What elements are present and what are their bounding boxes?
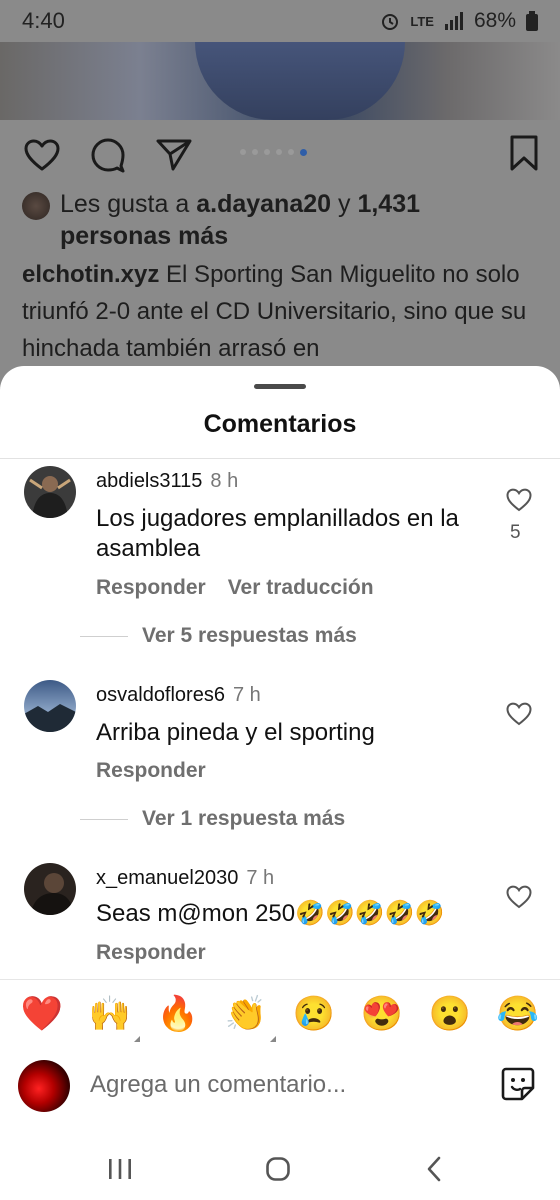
comment-text: Seas m@mon 250🤣🤣🤣🤣🤣	[96, 900, 445, 927]
carousel-dot	[276, 149, 282, 155]
reply-button[interactable]: Responder	[96, 941, 206, 964]
comment-actions: Responder	[96, 941, 206, 965]
comment-time: 7 h	[232, 684, 261, 706]
avatar[interactable]	[24, 466, 76, 518]
comment-header: x_emanuel2030 7 h	[96, 867, 274, 890]
sheet-drag-handle[interactable]	[254, 384, 306, 389]
carousel-dot	[288, 149, 294, 155]
comment-text: Arriba pineda y el sporting	[96, 719, 375, 746]
emoji-fire-button[interactable]: 🔥	[156, 992, 200, 1036]
comment-actions: Responder	[96, 759, 206, 783]
comment-username[interactable]: abdiels3115	[96, 470, 202, 492]
comment-like-icon[interactable]	[506, 885, 532, 909]
home-button[interactable]	[258, 1154, 298, 1184]
back-button[interactable]	[414, 1154, 454, 1184]
translate-button[interactable]: Ver traducción	[228, 576, 374, 599]
emoji-clap-button[interactable]: 👏	[224, 992, 276, 1042]
reply-button[interactable]: Responder	[96, 759, 206, 782]
likes-prefix: Les gusta a	[60, 190, 190, 218]
back-icon	[427, 1156, 441, 1182]
status-time: 4:40	[22, 8, 65, 33]
replies-line	[80, 635, 128, 637]
comment-button[interactable]	[88, 135, 128, 175]
comment-time: 8 h	[210, 470, 239, 492]
emoji-laughing-button[interactable]: 😂	[496, 992, 540, 1036]
carousel-dot	[264, 149, 270, 155]
share-button[interactable]	[154, 135, 194, 175]
send-icon	[156, 139, 192, 171]
comment-like-icon[interactable]	[506, 702, 532, 726]
likes-text: Les gusta a a.dayana20 y 1,431 personas …	[60, 188, 532, 252]
quick-emoji-bar: ❤️ 🙌 🔥 👏 😢 😍 😮 😂	[0, 992, 560, 1042]
my-avatar	[18, 1060, 70, 1112]
sticker-icon[interactable]	[500, 1066, 536, 1102]
post-caption: elchotin.xyz El Sporting San Miguelito n…	[22, 256, 542, 367]
replies-label: Ver 5 respuestas más	[142, 624, 357, 647]
battery-level: 68%	[473, 9, 516, 32]
likes-suffix[interactable]: personas más	[60, 222, 228, 250]
alarm-icon	[382, 14, 399, 30]
replies-label: Ver 1 respuesta más	[142, 807, 346, 830]
liker-avatar	[22, 192, 50, 220]
recent-apps-button[interactable]	[100, 1154, 140, 1184]
post-image-subject	[195, 42, 405, 120]
comment-text: Los jugadores emplanillados en la asambl…	[96, 505, 459, 562]
network-label: LTE	[410, 13, 434, 29]
avatar-image	[24, 466, 76, 518]
comment-username[interactable]: x_emanuel2030	[96, 867, 238, 889]
emoji-crying-button[interactable]: 😢	[292, 992, 336, 1036]
emoji-glyph: 🙌	[88, 995, 132, 1033]
likes-user[interactable]: a.dayana20	[196, 190, 331, 218]
like-button[interactable]	[22, 135, 62, 175]
comment-actions: Responder Ver traducción	[96, 576, 374, 600]
comment-composer	[0, 1056, 560, 1116]
view-replies-button[interactable]: Ver 1 respuesta más	[80, 807, 540, 831]
carousel-dot-active	[300, 149, 307, 156]
carousel-dot	[240, 149, 246, 155]
recent-apps-icon	[109, 1159, 131, 1179]
emoji-glyph: 👏	[224, 995, 268, 1033]
bookmark-icon	[510, 135, 538, 171]
skin-tone-indicator	[270, 1036, 276, 1042]
avatar-image	[24, 863, 76, 915]
battery-icon	[526, 11, 538, 31]
carousel-dot	[252, 149, 258, 155]
signal-icon	[444, 12, 463, 30]
post-image[interactable]	[0, 42, 560, 120]
system-navigation-bar	[0, 1144, 560, 1200]
avatar-image	[24, 680, 76, 732]
avatar[interactable]	[24, 680, 76, 732]
heart-icon	[24, 139, 60, 171]
skin-tone-indicator	[134, 1036, 140, 1042]
comment-username[interactable]: osvaldoflores6	[96, 684, 225, 706]
emoji-heart-button[interactable]: ❤️	[20, 992, 64, 1036]
comment-time: 7 h	[246, 867, 275, 889]
sheet-divider	[0, 458, 560, 459]
comments-sheet: Comentarios abdiels3115 8 h Los jugadores…	[0, 366, 560, 1200]
comment-header: abdiels3115 8 h	[96, 470, 238, 493]
comment-header: osvaldoflores6 7 h	[96, 684, 261, 707]
avatar[interactable]	[24, 863, 76, 915]
emoji-heart-eyes-button[interactable]: 😍	[360, 992, 404, 1036]
likes-summary[interactable]: Les gusta a a.dayana20 y 1,431 personas …	[22, 188, 532, 252]
caption-username[interactable]: elchotin.xyz	[22, 261, 159, 288]
view-replies-button[interactable]: Ver 5 respuestas más	[80, 624, 540, 648]
comment-input[interactable]	[90, 1068, 470, 1102]
home-icon	[266, 1157, 290, 1181]
composer-divider	[0, 979, 560, 980]
carousel-indicator	[240, 149, 307, 156]
comment-like-count: 5	[510, 522, 521, 543]
replies-line	[80, 818, 128, 820]
reply-button[interactable]: Responder	[96, 576, 206, 599]
comment-like-icon[interactable]	[506, 488, 532, 512]
likes-count[interactable]: 1,431	[357, 190, 420, 218]
status-icons: LTE 68%	[380, 9, 538, 33]
likes-connector: y	[338, 190, 351, 218]
emoji-raised-hands-button[interactable]: 🙌	[88, 992, 140, 1042]
comment-icon	[91, 138, 125, 173]
status-bar: 4:40 LTE 68%	[0, 0, 560, 42]
emoji-surprised-button[interactable]: 😮	[428, 992, 472, 1036]
sheet-title: Comentarios	[203, 410, 357, 438]
save-button[interactable]	[510, 135, 538, 176]
